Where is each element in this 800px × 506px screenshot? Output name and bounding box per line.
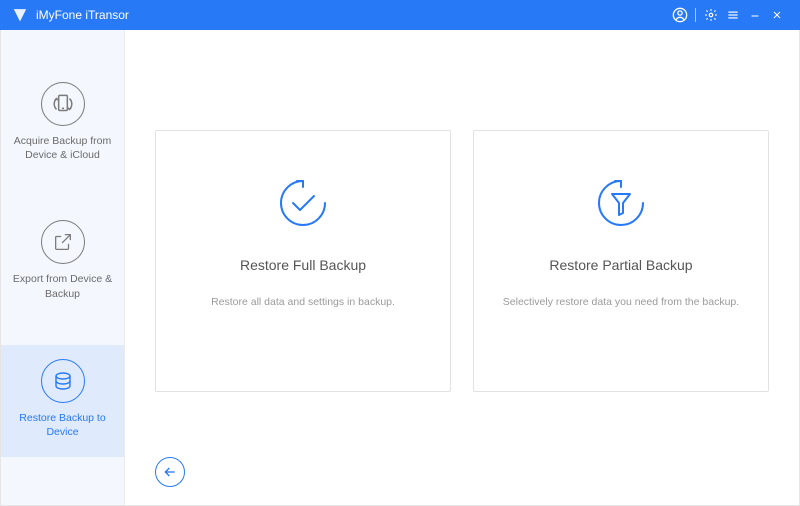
titlebar-separator	[695, 8, 696, 22]
sidebar-item-acquire-backup[interactable]: Acquire Backup from Device & iCloud	[1, 68, 124, 180]
phone-sync-icon	[41, 82, 85, 126]
card-restore-partial-backup[interactable]: Restore Partial Backup Selectively resto…	[473, 130, 769, 392]
close-button[interactable]	[766, 4, 788, 26]
card-row: Restore Full Backup Restore all data and…	[155, 130, 769, 392]
main-content: Restore Full Backup Restore all data and…	[125, 30, 799, 505]
titlebar: iMyFone iTransor	[0, 0, 800, 30]
export-icon	[41, 220, 85, 264]
sidebar: Acquire Backup from Device & iCloud Expo…	[1, 30, 125, 505]
minimize-button[interactable]	[744, 4, 766, 26]
restore-icon	[41, 359, 85, 403]
card-desc: Restore all data and settings in backup.	[191, 295, 415, 311]
sidebar-item-restore-backup[interactable]: Restore Backup to Device	[1, 345, 124, 457]
restore-full-icon	[271, 171, 335, 235]
sidebar-item-label: Restore Backup to Device	[9, 411, 116, 439]
sidebar-item-label: Export from Device & Backup	[9, 272, 116, 300]
card-title: Restore Full Backup	[240, 257, 366, 273]
app-body: Acquire Backup from Device & iCloud Expo…	[0, 30, 800, 506]
settings-icon[interactable]	[700, 4, 722, 26]
restore-partial-icon	[589, 171, 653, 235]
app-title: iMyFone iTransor	[36, 8, 129, 22]
app-logo-icon	[12, 7, 28, 23]
card-desc: Selectively restore data you need from t…	[483, 295, 759, 311]
card-title: Restore Partial Backup	[549, 257, 692, 273]
arrow-left-icon	[162, 464, 178, 480]
menu-icon[interactable]	[722, 4, 744, 26]
account-icon[interactable]	[669, 4, 691, 26]
card-restore-full-backup[interactable]: Restore Full Backup Restore all data and…	[155, 130, 451, 392]
back-button[interactable]	[155, 457, 185, 487]
sidebar-item-label: Acquire Backup from Device & iCloud	[9, 134, 116, 162]
sidebar-item-export[interactable]: Export from Device & Backup	[1, 206, 124, 318]
